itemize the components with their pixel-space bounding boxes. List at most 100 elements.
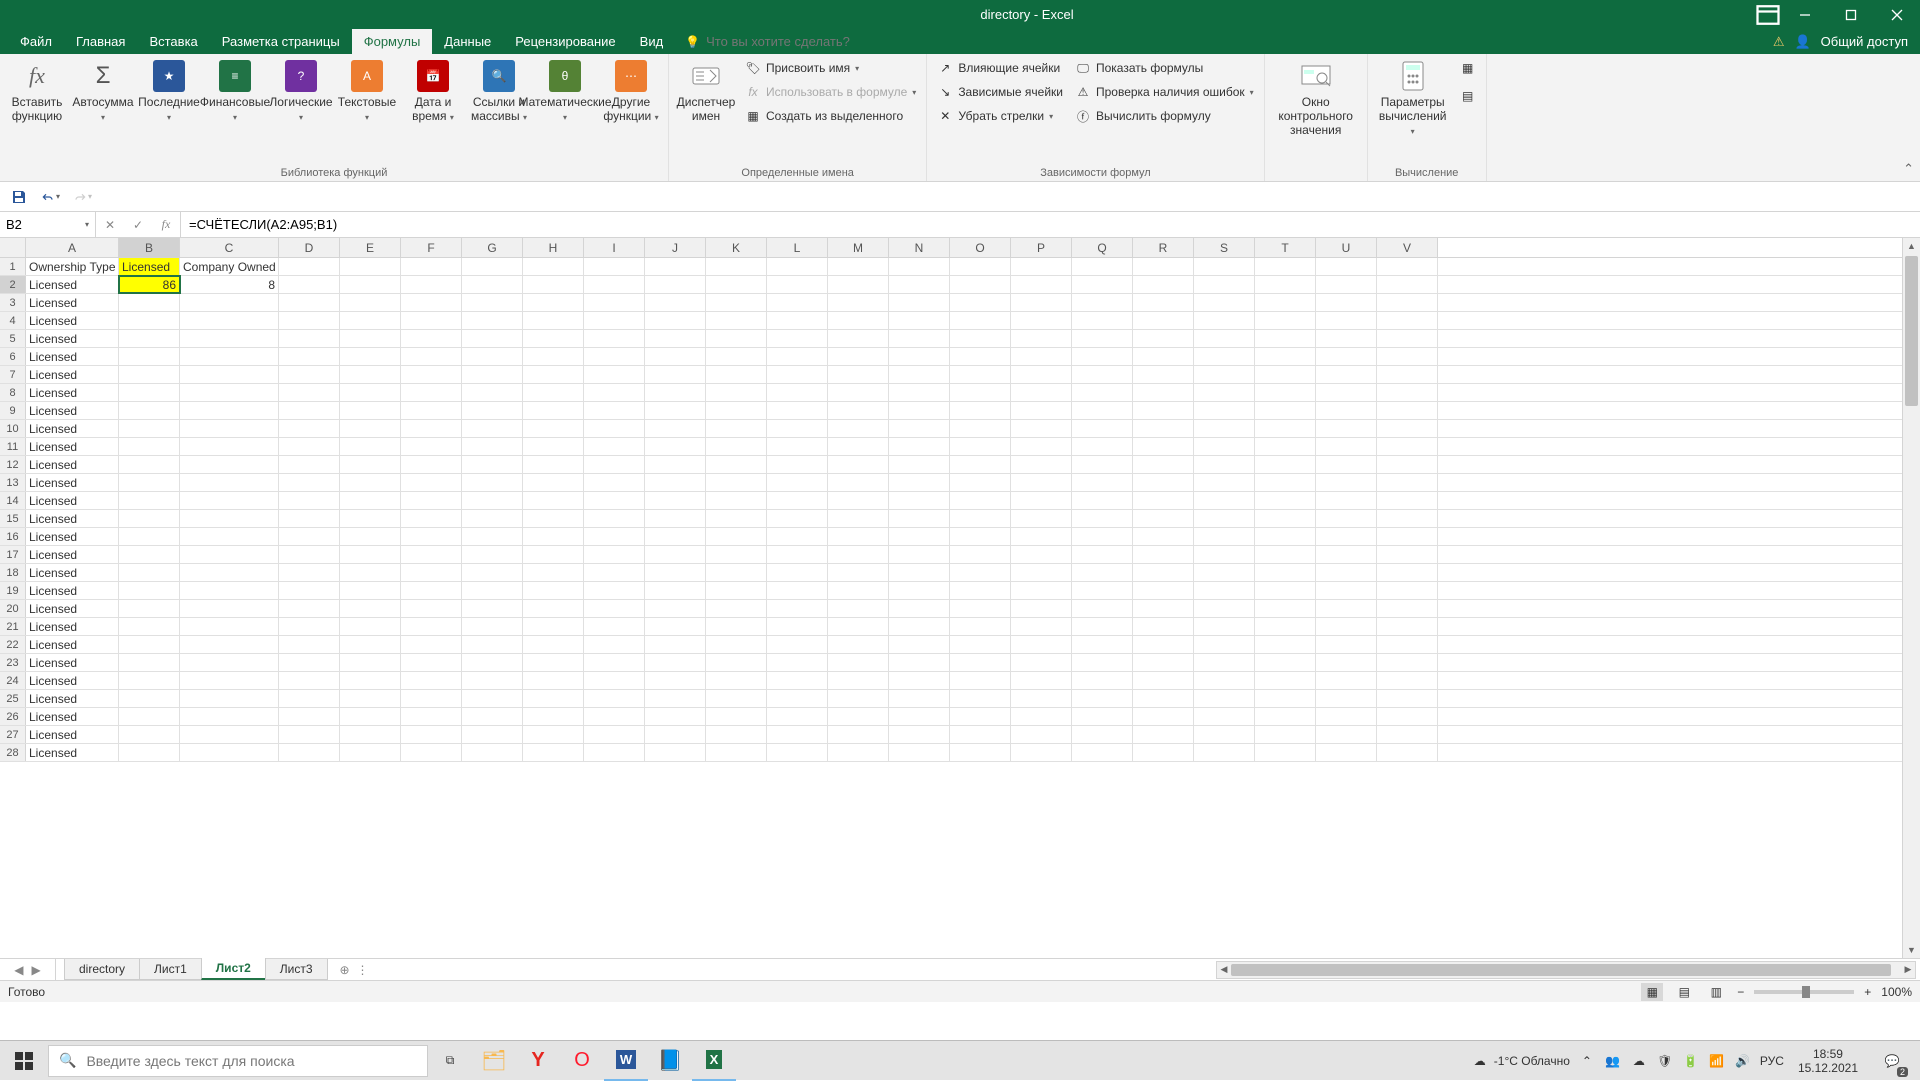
cell-A25[interactable]: Licensed [26, 690, 119, 707]
cell-V6[interactable] [1377, 348, 1438, 365]
cell-Q7[interactable] [1072, 366, 1133, 383]
cell-H9[interactable] [523, 402, 584, 419]
cell-K17[interactable] [706, 546, 767, 563]
cell-A14[interactable]: Licensed [26, 492, 119, 509]
zoom-out-button[interactable]: − [1737, 985, 1744, 999]
cell-J22[interactable] [645, 636, 706, 653]
cell-A27[interactable]: Licensed [26, 726, 119, 743]
cell-V3[interactable] [1377, 294, 1438, 311]
cell-E1[interactable] [340, 258, 401, 275]
cell-V27[interactable] [1377, 726, 1438, 743]
cell-E24[interactable] [340, 672, 401, 689]
cell-L11[interactable] [767, 438, 828, 455]
cell-A22[interactable]: Licensed [26, 636, 119, 653]
cell-F15[interactable] [401, 510, 462, 527]
formula-input[interactable] [181, 212, 1920, 237]
cell-M16[interactable] [828, 528, 889, 545]
row-header-5[interactable]: 5 [0, 330, 26, 347]
cell-V2[interactable] [1377, 276, 1438, 293]
cell-D8[interactable] [279, 384, 340, 401]
cell-P28[interactable] [1011, 744, 1072, 761]
cell-P5[interactable] [1011, 330, 1072, 347]
cell-N11[interactable] [889, 438, 950, 455]
cell-Q12[interactable] [1072, 456, 1133, 473]
cell-E12[interactable] [340, 456, 401, 473]
cell-H24[interactable] [523, 672, 584, 689]
cell-T9[interactable] [1255, 402, 1316, 419]
cell-U1[interactable] [1316, 258, 1377, 275]
col-header-R[interactable]: R [1133, 238, 1194, 257]
cell-E25[interactable] [340, 690, 401, 707]
cell-U23[interactable] [1316, 654, 1377, 671]
scroll-left-icon[interactable]: ◀ [1217, 962, 1231, 978]
cell-D11[interactable] [279, 438, 340, 455]
cell-U26[interactable] [1316, 708, 1377, 725]
cell-T10[interactable] [1255, 420, 1316, 437]
cell-F16[interactable] [401, 528, 462, 545]
cell-V9[interactable] [1377, 402, 1438, 419]
cell-P13[interactable] [1011, 474, 1072, 491]
cell-C19[interactable] [180, 582, 279, 599]
cell-G9[interactable] [462, 402, 523, 419]
tray-volume-icon[interactable]: 🔊 [1734, 1052, 1752, 1070]
cell-A6[interactable]: Licensed [26, 348, 119, 365]
cell-P11[interactable] [1011, 438, 1072, 455]
cell-Q2[interactable] [1072, 276, 1133, 293]
cell-L3[interactable] [767, 294, 828, 311]
cell-S12[interactable] [1194, 456, 1255, 473]
taskbar-excel[interactable]: X [692, 1041, 736, 1081]
cell-G3[interactable] [462, 294, 523, 311]
cell-L4[interactable] [767, 312, 828, 329]
cell-E8[interactable] [340, 384, 401, 401]
cell-F10[interactable] [401, 420, 462, 437]
cell-K23[interactable] [706, 654, 767, 671]
cell-I22[interactable] [584, 636, 645, 653]
cell-D28[interactable] [279, 744, 340, 761]
cell-H25[interactable] [523, 690, 584, 707]
cell-G20[interactable] [462, 600, 523, 617]
cell-G17[interactable] [462, 546, 523, 563]
row-header-12[interactable]: 12 [0, 456, 26, 473]
cell-L1[interactable] [767, 258, 828, 275]
cell-P6[interactable] [1011, 348, 1072, 365]
cell-K9[interactable] [706, 402, 767, 419]
cell-V23[interactable] [1377, 654, 1438, 671]
cell-S18[interactable] [1194, 564, 1255, 581]
horizontal-scroll-thumb[interactable] [1231, 964, 1891, 976]
cell-I6[interactable] [584, 348, 645, 365]
cell-K24[interactable] [706, 672, 767, 689]
cell-T3[interactable] [1255, 294, 1316, 311]
cell-U27[interactable] [1316, 726, 1377, 743]
taskbar-file-explorer[interactable]: 🗂 [472, 1041, 516, 1081]
cell-A13[interactable]: Licensed [26, 474, 119, 491]
cell-D10[interactable] [279, 420, 340, 437]
sheet-split-handle[interactable]: ⋮ [357, 963, 367, 977]
cell-H27[interactable] [523, 726, 584, 743]
cell-U25[interactable] [1316, 690, 1377, 707]
cell-A10[interactable]: Licensed [26, 420, 119, 437]
cell-U21[interactable] [1316, 618, 1377, 635]
cell-S22[interactable] [1194, 636, 1255, 653]
cell-J28[interactable] [645, 744, 706, 761]
cell-U10[interactable] [1316, 420, 1377, 437]
cell-R7[interactable] [1133, 366, 1194, 383]
cell-C16[interactable] [180, 528, 279, 545]
row-header-10[interactable]: 10 [0, 420, 26, 437]
cell-C18[interactable] [180, 564, 279, 581]
cell-T15[interactable] [1255, 510, 1316, 527]
cell-D16[interactable] [279, 528, 340, 545]
cell-M19[interactable] [828, 582, 889, 599]
tray-chevron-icon[interactable]: ⌃ [1578, 1052, 1596, 1070]
cell-N16[interactable] [889, 528, 950, 545]
cell-J25[interactable] [645, 690, 706, 707]
cell-G23[interactable] [462, 654, 523, 671]
cell-T24[interactable] [1255, 672, 1316, 689]
cell-M25[interactable] [828, 690, 889, 707]
cell-C23[interactable] [180, 654, 279, 671]
cell-C28[interactable] [180, 744, 279, 761]
cell-F24[interactable] [401, 672, 462, 689]
cell-V15[interactable] [1377, 510, 1438, 527]
share-button[interactable]: Общий доступ [1821, 34, 1908, 49]
cell-M9[interactable] [828, 402, 889, 419]
cell-A7[interactable]: Licensed [26, 366, 119, 383]
